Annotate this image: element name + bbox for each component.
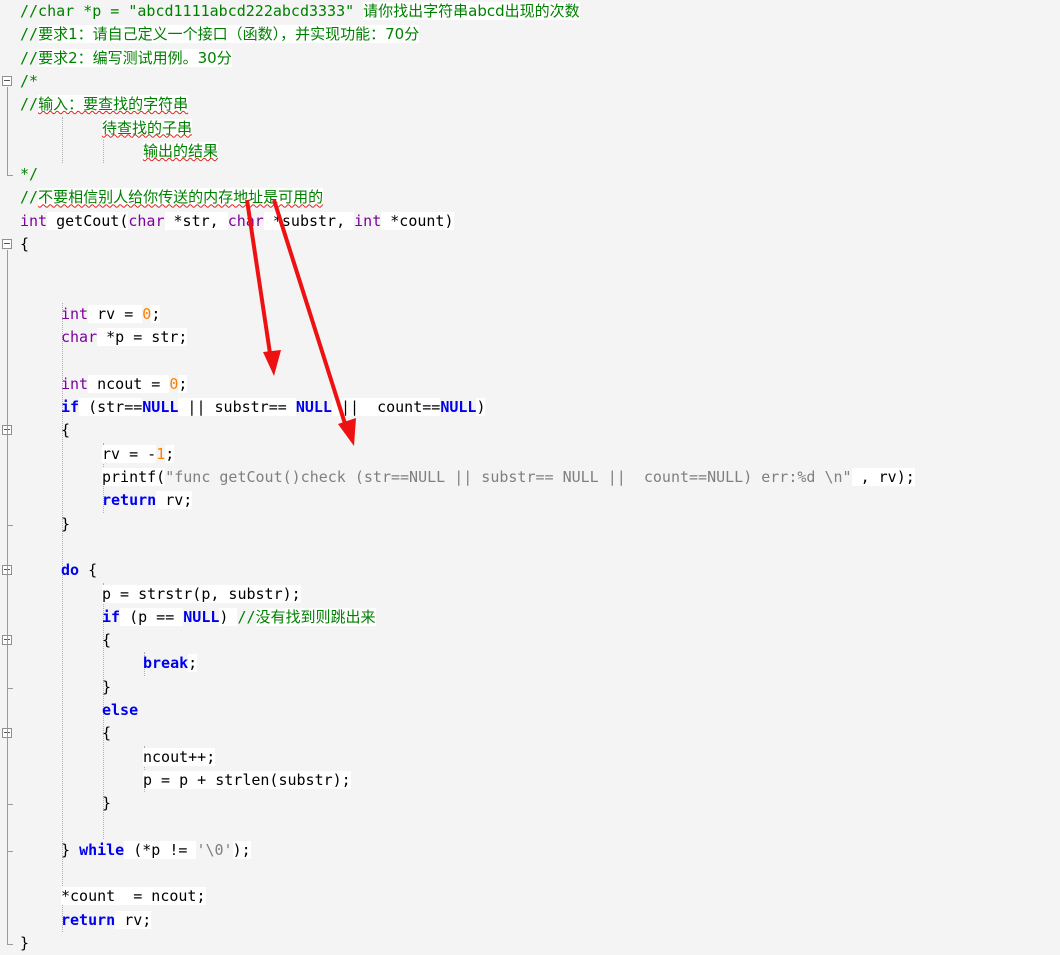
arrow-head-icon <box>338 418 356 446</box>
fold-range-end <box>7 944 13 945</box>
code-editor[interactable]: //char *p = "abcd1111abcd222abcd3333" 请你… <box>0 0 1060 952</box>
arrow-head-icon <box>263 350 281 376</box>
annotation-arrows <box>245 199 356 446</box>
red-arrow-icon <box>245 199 273 361</box>
red-arrow-icon <box>272 199 349 431</box>
